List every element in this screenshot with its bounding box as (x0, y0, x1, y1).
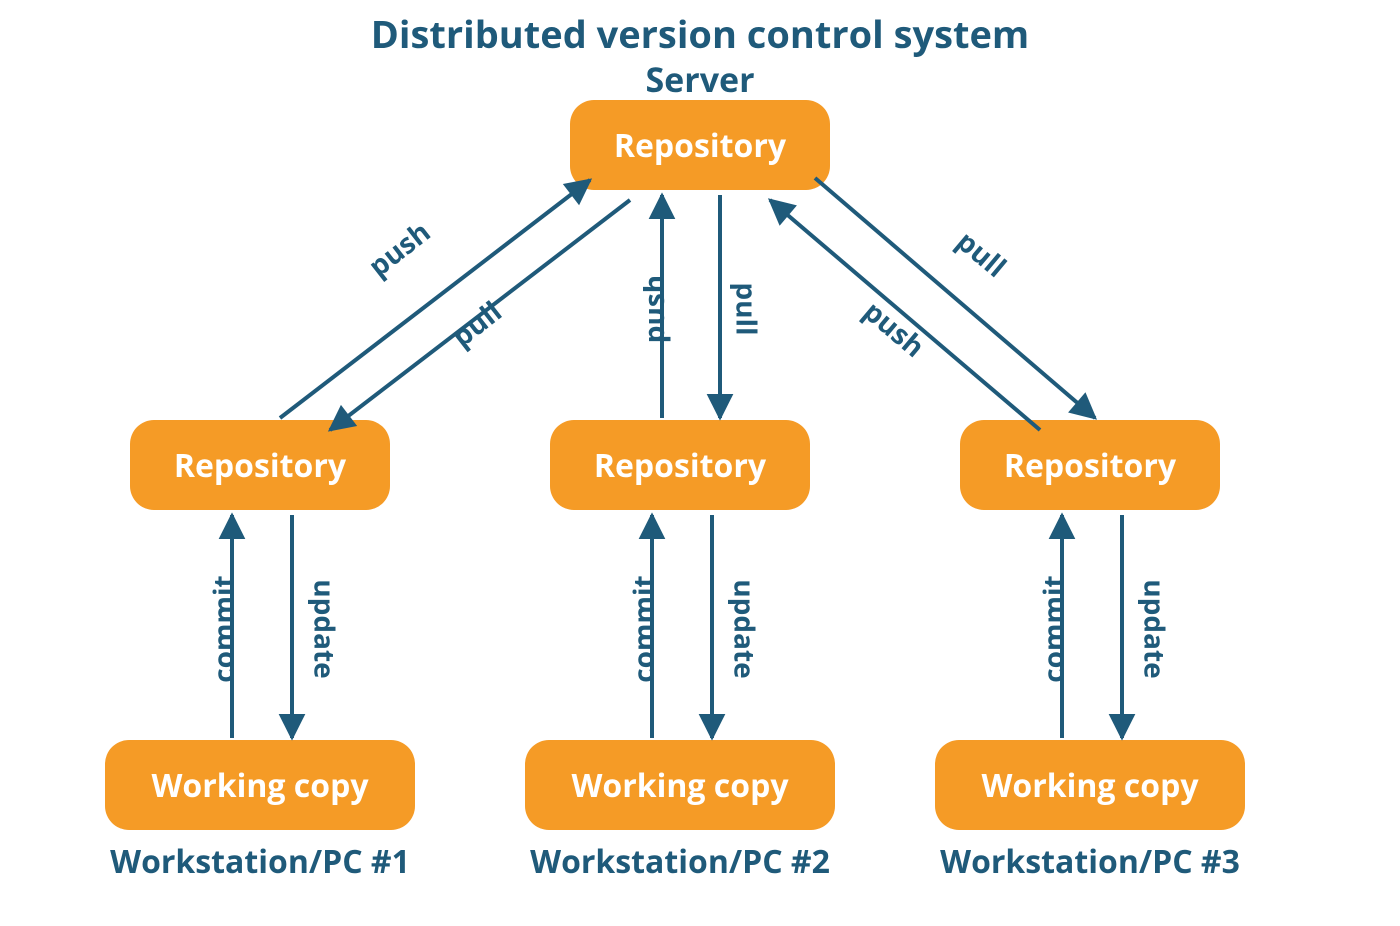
arrow-repo1-push (280, 180, 590, 418)
node-label: Repository (614, 124, 786, 167)
edge-label-repo1-push: push (361, 213, 438, 285)
diagram-stage: Distributed version control system Serve… (0, 0, 1400, 926)
edge-label-wc3-update: update (1136, 579, 1174, 678)
arrow-repo3-pull (815, 178, 1095, 418)
node-repo-2: Repository (550, 420, 810, 510)
edge-label-wc2-commit: commit (625, 575, 663, 682)
diagram-title: Distributed version control system (0, 8, 1400, 60)
edge-label-repo1-pull: pull (444, 293, 509, 356)
edge-label-wc3-commit: commit (1035, 575, 1073, 682)
server-label: Server (0, 56, 1400, 102)
workstation-label-3: Workstation/PC #3 (915, 840, 1265, 883)
node-repo-3: Repository (960, 420, 1220, 510)
node-label: Working copy (151, 764, 368, 807)
node-label: Repository (174, 444, 346, 487)
node-label: Working copy (981, 764, 1198, 807)
edge-label-wc1-update: update (306, 579, 344, 678)
workstation-label-2: Workstation/PC #2 (505, 840, 855, 883)
node-label: Repository (1004, 444, 1176, 487)
node-working-copy-2: Working copy (525, 740, 835, 830)
edge-label-repo3-push: push (856, 292, 933, 365)
edge-label-repo2-pull: pull (728, 282, 766, 335)
edge-label-repo3-pull: pull (949, 222, 1014, 285)
node-working-copy-1: Working copy (105, 740, 415, 830)
edge-label-repo2-push: push (635, 275, 673, 343)
edge-label-wc1-commit: commit (205, 575, 243, 682)
node-working-copy-3: Working copy (935, 740, 1245, 830)
node-label: Working copy (571, 764, 788, 807)
edge-label-wc2-update: update (726, 579, 764, 678)
node-label: Repository (594, 444, 766, 487)
node-server-repository: Repository (570, 100, 830, 190)
node-repo-1: Repository (130, 420, 390, 510)
workstation-label-1: Workstation/PC #1 (85, 840, 435, 883)
